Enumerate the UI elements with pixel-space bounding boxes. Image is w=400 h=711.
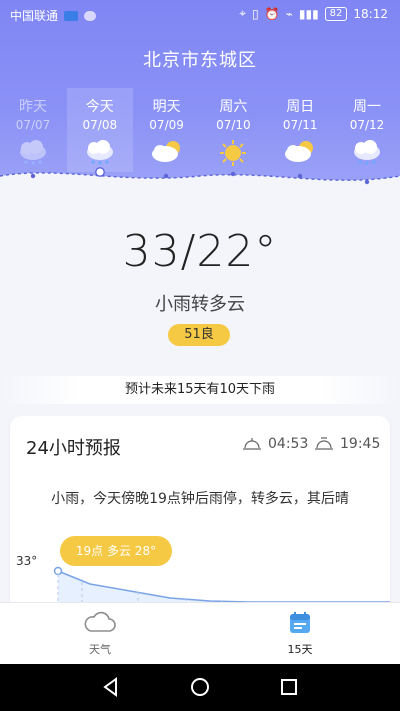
day-name: 周六: [219, 99, 248, 115]
day-date: 07/10: [216, 118, 251, 132]
bottom-tab-bar: 天气 15天: [0, 602, 400, 665]
signal-icon: ▮▮▮: [298, 6, 319, 21]
back-icon[interactable]: [100, 676, 122, 698]
day-name: 明天: [152, 99, 181, 115]
sunset-time: 19:45: [340, 436, 381, 452]
sunrise-icon: [243, 438, 261, 450]
day-name: 昨天: [19, 99, 47, 115]
cloud-icon: [84, 611, 116, 632]
chart-highlight-point: [53, 566, 63, 576]
day-date: 07/08: [82, 118, 118, 132]
tab-weather[interactable]: 天气: [50, 609, 150, 661]
alarm-icon: ⏰: [264, 6, 280, 21]
home-icon[interactable]: [189, 676, 211, 698]
vibrate-icon: ▯: [252, 6, 259, 21]
header-wave: [0, 167, 400, 200]
day-name: 周一: [352, 99, 381, 115]
aqi-badge[interactable]: 51良: [168, 324, 230, 346]
weather-condition: 小雨转多云: [155, 294, 245, 315]
sunset-icon: [315, 437, 333, 450]
carrier-label: 中国联通: [10, 9, 59, 23]
system-navigation-bar: [0, 664, 400, 711]
day-date: 07/07: [15, 118, 51, 132]
day-name: 今天: [85, 99, 114, 115]
recents-icon[interactable]: [278, 676, 300, 698]
day-date: 07/11: [282, 118, 318, 132]
hourly-forecast-title: 24小时预报: [26, 438, 121, 459]
forecast-summary-banner[interactable]: 预计未来15天有10天下雨: [0, 376, 400, 404]
city-title[interactable]: 北京市东城区: [0, 46, 400, 72]
battery-indicator: 82: [324, 6, 348, 21]
selected-day-marker: [95, 167, 105, 177]
temperature-range: 33/22°: [122, 226, 278, 277]
status-bar: 中国联通 ⌖ ▯ ⏰ ⌁ ▮▮▮ 82 18:12: [0, 0, 400, 28]
sunrise: 04:53: [242, 436, 308, 452]
tab-label: 15天: [287, 643, 313, 656]
tab-label: 天气: [89, 643, 111, 656]
sunrise-time: 04:53: [268, 436, 309, 452]
weather-mini-icon: [84, 10, 97, 21]
sunset: 19:45: [314, 436, 380, 452]
day-date: 07/12: [349, 118, 385, 132]
calendar-icon: [290, 612, 310, 633]
day-date: 07/09: [149, 118, 184, 132]
location-icon: ⌖: [239, 6, 247, 20]
wifi-icon: ⌁: [285, 6, 293, 21]
hd-icon: [64, 10, 79, 21]
day-name: 周日: [286, 99, 315, 115]
hourly-summary: 小雨，今天傍晚19点钟后雨停，转多云，其后晴: [51, 491, 349, 507]
tab-15-days[interactable]: 15天: [250, 609, 350, 661]
time: 18:12: [353, 6, 388, 21]
